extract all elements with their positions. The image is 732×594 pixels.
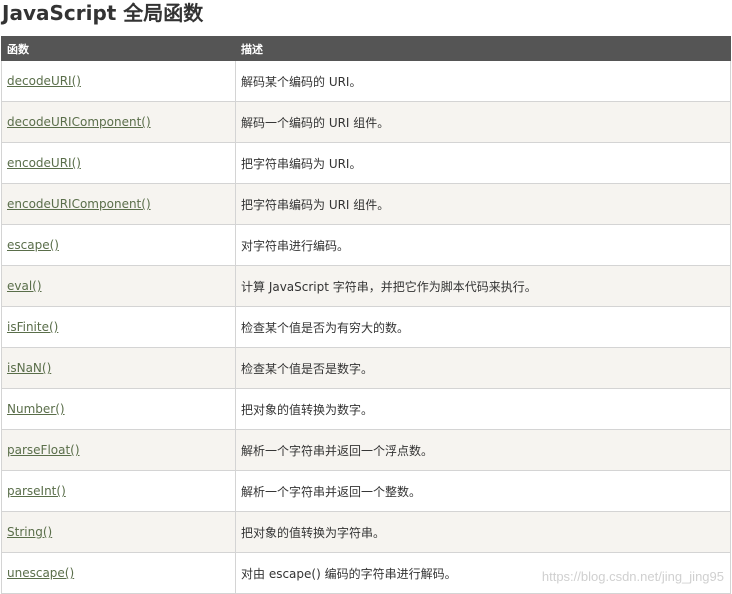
description-cell: 检查某个值是否是数字。 bbox=[235, 347, 731, 389]
table-row: decodeURI() 解码某个编码的 URI。 bbox=[1, 60, 731, 102]
global-functions-table: 函数 描述 decodeURI() 解码某个编码的 URI。 decodeURI… bbox=[1, 36, 731, 594]
function-cell: decodeURI() bbox=[1, 60, 236, 102]
table-row: Number() 把对象的值转换为数字。 bbox=[1, 388, 731, 430]
table-row: isFinite() 检查某个值是否为有穷大的数。 bbox=[1, 306, 731, 348]
function-link-decodeuricomponent[interactable]: decodeURIComponent() bbox=[7, 115, 151, 129]
table-header-row: 函数 描述 bbox=[1, 36, 731, 61]
function-link-eval[interactable]: eval() bbox=[7, 279, 42, 293]
function-cell: eval() bbox=[1, 265, 236, 307]
header-description: 描述 bbox=[235, 36, 731, 61]
description-cell: 检查某个值是否为有穷大的数。 bbox=[235, 306, 731, 348]
function-cell: encodeURIComponent() bbox=[1, 183, 236, 225]
function-link-number[interactable]: Number() bbox=[7, 402, 65, 416]
table-row: decodeURIComponent() 解码一个编码的 URI 组件。 bbox=[1, 101, 731, 143]
description-cell: 对字符串进行编码。 bbox=[235, 224, 731, 266]
function-link-parsefloat[interactable]: parseFloat() bbox=[7, 443, 80, 457]
function-link-parseint[interactable]: parseInt() bbox=[7, 484, 66, 498]
table-row: isNaN() 检查某个值是否是数字。 bbox=[1, 347, 731, 389]
function-link-isfinite[interactable]: isFinite() bbox=[7, 320, 58, 334]
watermark: https://blog.csdn.net/jing_jing95 bbox=[541, 569, 724, 584]
table-row: encodeURI() 把字符串编码为 URI。 bbox=[1, 142, 731, 184]
function-link-escape[interactable]: escape() bbox=[7, 238, 59, 252]
header-function: 函数 bbox=[1, 36, 236, 61]
function-link-decodeuri[interactable]: decodeURI() bbox=[7, 74, 81, 88]
table-row: String() 把对象的值转换为字符串。 bbox=[1, 511, 731, 553]
function-cell: String() bbox=[1, 511, 236, 553]
function-cell: isNaN() bbox=[1, 347, 236, 389]
function-link-isnan[interactable]: isNaN() bbox=[7, 361, 51, 375]
table-row: parseFloat() 解析一个字符串并返回一个浮点数。 bbox=[1, 429, 731, 471]
table-row: encodeURIComponent() 把字符串编码为 URI 组件。 bbox=[1, 183, 731, 225]
table-row: parseInt() 解析一个字符串并返回一个整数。 bbox=[1, 470, 731, 512]
page-title: JavaScript 全局函数 bbox=[2, 1, 204, 25]
description-cell: 计算 JavaScript 字符串，并把它作为脚本代码来执行。 bbox=[235, 265, 731, 307]
function-cell: Number() bbox=[1, 388, 236, 430]
description-cell: 解码一个编码的 URI 组件。 bbox=[235, 101, 731, 143]
description-cell: 把字符串编码为 URI 组件。 bbox=[235, 183, 731, 225]
function-link-unescape[interactable]: unescape() bbox=[7, 566, 74, 580]
table-row: escape() 对字符串进行编码。 bbox=[1, 224, 731, 266]
function-link-encodeuri[interactable]: encodeURI() bbox=[7, 156, 81, 170]
function-cell: parseInt() bbox=[1, 470, 236, 512]
function-cell: decodeURIComponent() bbox=[1, 101, 236, 143]
function-cell: unescape() bbox=[1, 552, 236, 594]
function-cell: parseFloat() bbox=[1, 429, 236, 471]
description-cell: 解析一个字符串并返回一个浮点数。 bbox=[235, 429, 731, 471]
function-link-string[interactable]: String() bbox=[7, 525, 52, 539]
function-cell: escape() bbox=[1, 224, 236, 266]
description-cell: 把对象的值转换为数字。 bbox=[235, 388, 731, 430]
function-cell: encodeURI() bbox=[1, 142, 236, 184]
description-cell: 解析一个字符串并返回一个整数。 bbox=[235, 470, 731, 512]
function-link-encodeuricomponent[interactable]: encodeURIComponent() bbox=[7, 197, 151, 211]
description-cell: 把字符串编码为 URI。 bbox=[235, 142, 731, 184]
description-cell: 把对象的值转换为字符串。 bbox=[235, 511, 731, 553]
description-cell: 解码某个编码的 URI。 bbox=[235, 60, 731, 102]
table-row: eval() 计算 JavaScript 字符串，并把它作为脚本代码来执行。 bbox=[1, 265, 731, 307]
function-cell: isFinite() bbox=[1, 306, 236, 348]
